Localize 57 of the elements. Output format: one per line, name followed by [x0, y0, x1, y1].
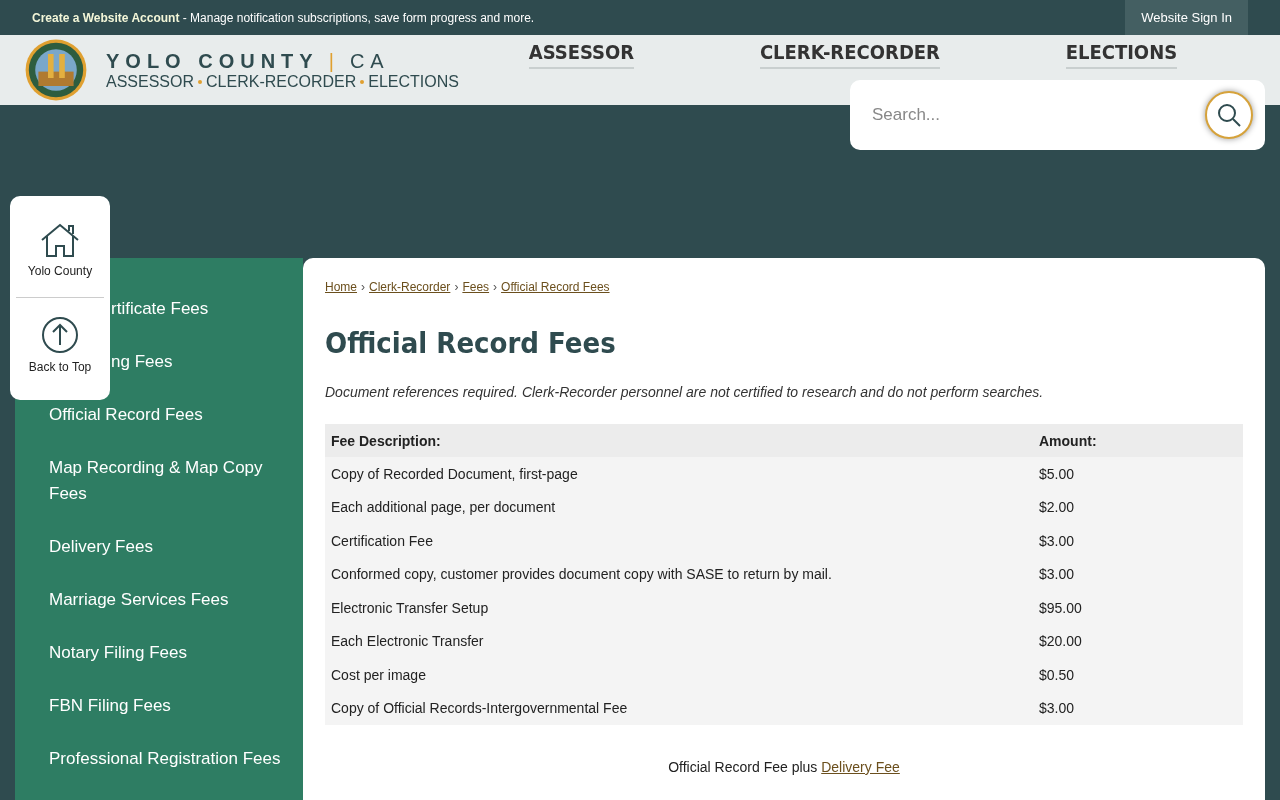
site-subtitle: ASSESSOR [106, 73, 195, 91]
breadcrumb-separator: › [361, 280, 365, 294]
sidebar-link[interactable]: Delivery Fees [49, 534, 153, 560]
breadcrumb-separator: › [454, 280, 459, 294]
table-cell: Electronic Transfer Setup [325, 591, 1033, 625]
nav-link[interactable]: CLERK-RECORDER [759, 41, 940, 69]
delivery-fee-link[interactable]: Delivery Fee [821, 759, 900, 775]
table-cell: $20.00 [1033, 624, 1243, 658]
sidebar-link[interactable]: ng Fees [111, 349, 173, 375]
breadcrumb-link[interactable]: Home [325, 280, 357, 294]
table-cell: Copy of Official Records-Intergovernmental Fee [325, 691, 1033, 725]
sidebar-link[interactable]: Official Record Fees [49, 402, 203, 428]
table-cell: Conformed copy, customer provides document copy with SASE to return by mail. [325, 557, 1033, 591]
table-cell: Certification Fee [325, 524, 1033, 558]
sidebar-link[interactable]: Map Recording & Map Copy Fees [49, 455, 283, 507]
table-cell: $5.00 [1033, 457, 1243, 491]
sidebar-link[interactable]: Marriage Services Fees [49, 587, 229, 613]
nav-link[interactable]: ELECTIONS [1065, 41, 1178, 69]
site-title-suffix: CA [349, 49, 390, 73]
table-header: Amount: [1033, 424, 1243, 457]
intro-text: Document references required. Clerk-Recorder personnel are not certified to research and do not perform searches. [325, 384, 1045, 400]
create-account-link[interactable]: Create a Website Account [32, 10, 180, 25]
table-cell: Each Electronic Transfer [325, 624, 1033, 658]
breadcrumb-link[interactable]: Official Record Fees [501, 280, 610, 294]
table-cell: $3.00 [1033, 524, 1243, 558]
dot-icon [198, 80, 203, 84]
table-header: Fee Description: [325, 424, 1033, 457]
table-cell: $0.50 [1033, 658, 1243, 692]
breadcrumb-link[interactable]: Fees [462, 280, 490, 294]
breadcrumb-link[interactable]: Clerk-Recorder [369, 280, 451, 294]
site-title: YOLO COUNTY [106, 49, 319, 73]
search-button[interactable] [1205, 91, 1253, 139]
title-divider: | [328, 49, 340, 73]
table-cell: $3.00 [1033, 557, 1243, 591]
site-subtitle: CLERK-RECORDER [206, 73, 357, 91]
table-cell: $2.00 [1033, 490, 1243, 524]
search-icon [1216, 102, 1242, 128]
sidebar-link[interactable]: FBN Filing Fees [49, 693, 171, 719]
fee-note: Official Record Fee plus Delivery Fee [667, 759, 901, 775]
site-subtitle: ELECTIONS [368, 73, 459, 91]
dot-icon [360, 80, 365, 84]
widget-link[interactable]: Yolo County [16, 196, 104, 298]
nav-link[interactable]: ASSESSOR [528, 41, 635, 69]
table-cell: Cost per image [325, 658, 1033, 692]
table-cell: Copy of Recorded Document, first-page [325, 457, 1033, 491]
table-cell: Each additional page, per document [325, 490, 1033, 524]
table-cell: $95.00 [1033, 591, 1243, 625]
table-cell: $3.00 [1033, 691, 1243, 725]
widget-link[interactable]: Back to Top [16, 298, 104, 400]
breadcrumb-separator: › [493, 280, 498, 294]
sidebar-link[interactable]: Professional Registration Fees [49, 746, 281, 772]
page-title: Official Record Fees [325, 326, 617, 360]
sign-in-button[interactable]: Website Sign In [1125, 0, 1248, 35]
sidebar-link[interactable]: rtificate Fees [111, 296, 209, 322]
sidebar-link[interactable]: Notary Filing Fees [49, 640, 187, 666]
home-icon [39, 222, 81, 258]
account-banner-text: Create a Website Account - Manage notification subscriptions, save form progress and more. [32, 10, 535, 25]
